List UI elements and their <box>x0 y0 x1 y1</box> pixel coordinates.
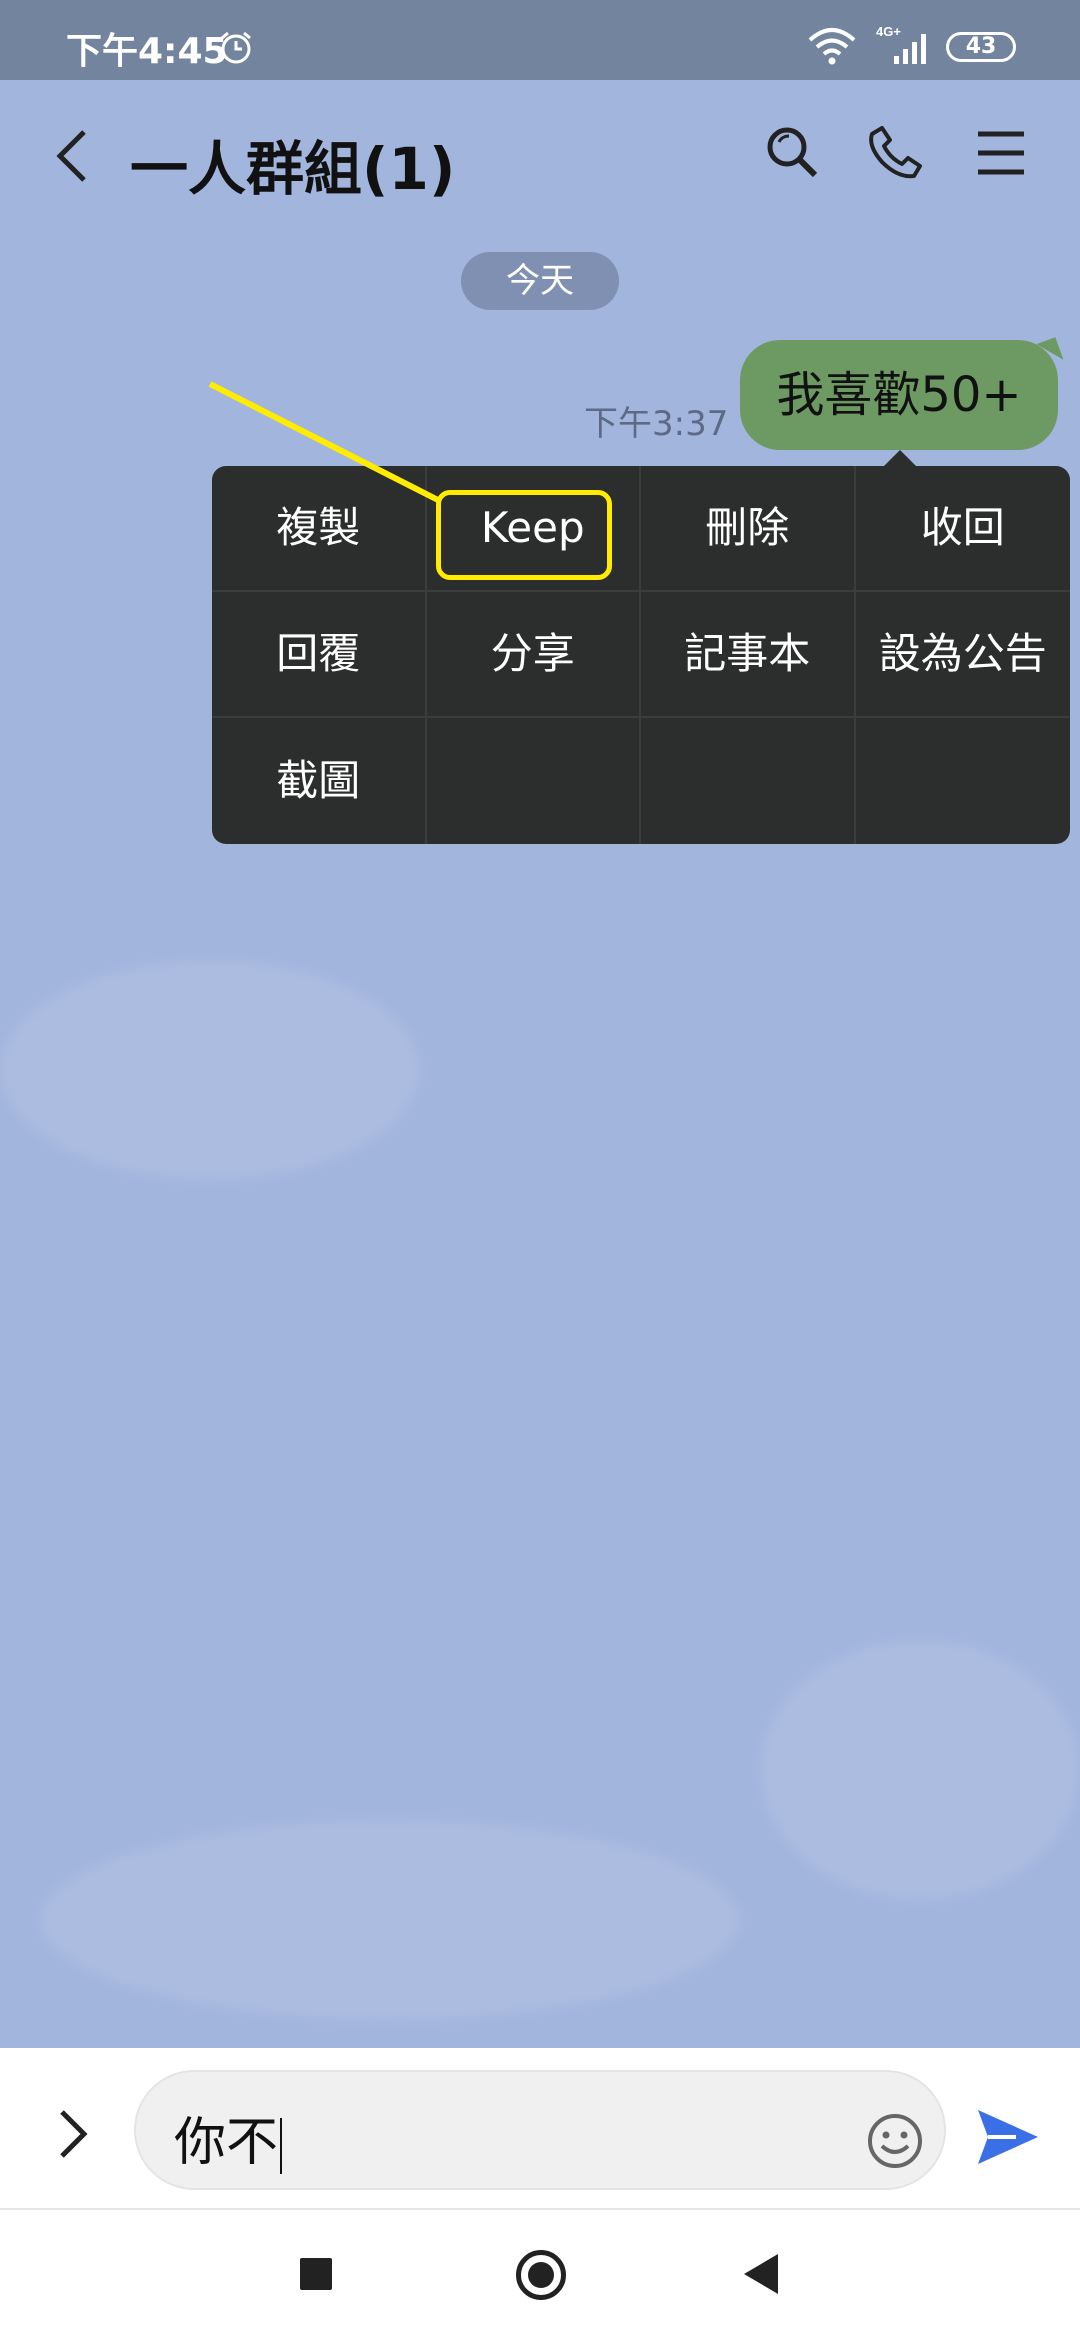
menu-item-screenshot[interactable]: 截圖 <box>212 718 427 844</box>
menu-item-share[interactable]: 分享 <box>426 592 641 718</box>
text-cursor <box>280 2118 283 2174</box>
back-button[interactable] <box>744 2254 778 2294</box>
background-cloud <box>0 960 420 1180</box>
keep-highlight-box <box>436 490 612 580</box>
message-input-value: 你不 <box>174 2113 279 2173</box>
message-input-text: 你不 <box>174 2100 283 2175</box>
menu-empty-cell <box>641 718 856 844</box>
recents-button[interactable] <box>300 2258 332 2290</box>
background-cloud <box>40 1820 740 2020</box>
message-input[interactable]: 你不 <box>134 2070 946 2190</box>
chevron-right-icon[interactable] <box>56 2108 90 2164</box>
menu-item-announce[interactable]: 設為公告 <box>855 592 1070 718</box>
home-button[interactable] <box>516 2250 566 2300</box>
system-nav-bar <box>0 2210 1080 2340</box>
menu-empty-cell <box>856 718 1071 844</box>
background-cloud <box>760 1640 1080 1900</box>
menu-item-note[interactable]: 記事本 <box>641 592 856 718</box>
menu-item-reply[interactable]: 回覆 <box>212 592 427 718</box>
emoji-icon[interactable] <box>866 2112 924 2174</box>
composer-bar: 你不 <box>0 2048 1080 2210</box>
send-icon[interactable] <box>976 2108 1040 2170</box>
menu-empty-cell <box>427 718 641 844</box>
